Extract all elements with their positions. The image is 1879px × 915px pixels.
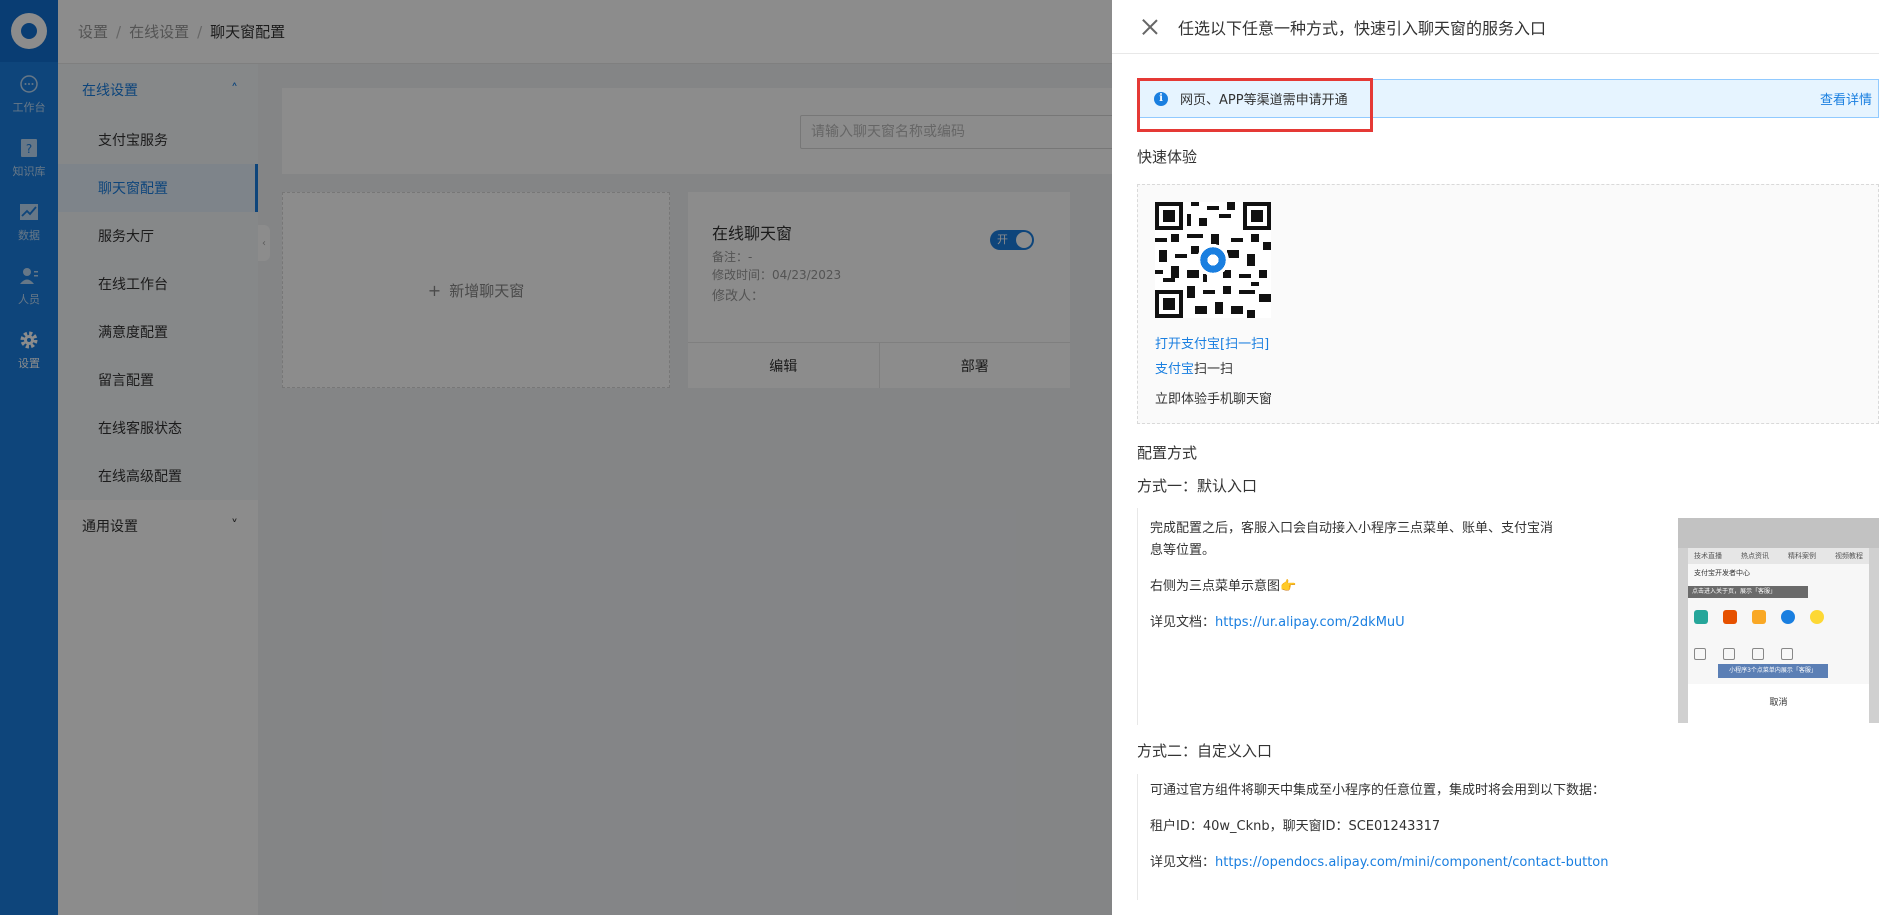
qr-open-alipay-label: 打开支付宝[扫一扫] bbox=[1155, 337, 1270, 352]
method-two-ids: 租户ID：40w_Cknb，聊天窗ID：SCE01243317 bbox=[1150, 819, 1441, 834]
config-method-title: 配置方式 bbox=[1137, 444, 1198, 462]
preview-icon bbox=[1781, 648, 1793, 660]
preview-icons bbox=[1694, 610, 1839, 624]
method-one-text1: 完成配置之后，客服入口会自动接入小程序三点菜单、账单、支付宝消 bbox=[1150, 521, 1554, 536]
quick-experience-title: 快速体验 bbox=[1137, 148, 1198, 166]
method-one-title: 方式一：默认入口 bbox=[1137, 477, 1258, 495]
qr-experience-label: 立即体验手机聊天窗 bbox=[1155, 392, 1273, 407]
preview-dev-center: 支付宝开发者中心 bbox=[1694, 569, 1750, 577]
method-two-box: 可通过官方组件将聊天中集成至小程序的任意位置，集成时将会用到以下数据： 租户ID… bbox=[1137, 774, 1879, 900]
preview-app-icon bbox=[1810, 610, 1824, 624]
drawer-header: 任选以下任意一种方式，快速引入聊天窗的服务入口 bbox=[1112, 0, 1879, 54]
view-details-link[interactable]: 查看详情 bbox=[1820, 89, 1872, 108]
preview-cancel: 取消 bbox=[1688, 684, 1869, 723]
close-icon[interactable] bbox=[1142, 19, 1158, 35]
doc-label: 详见文档： bbox=[1150, 855, 1216, 870]
method-two-title: 方式二：自定义入口 bbox=[1137, 742, 1273, 760]
scan-text: 扫一扫 bbox=[1194, 362, 1234, 377]
preview-tabs: 技术直播 热点资讯 精科案例 视频教程 bbox=[1688, 548, 1869, 564]
preview-app-icon bbox=[1781, 610, 1795, 624]
preview-bar: 点击进入关于页，展示「客服」 bbox=[1688, 586, 1808, 598]
doc-label: 详见文档： bbox=[1150, 615, 1216, 630]
method-two-doc: 详见文档：https://opendocs.alipay.com/mini/co… bbox=[1150, 852, 1609, 874]
preview-tab: 视频教程 bbox=[1835, 552, 1863, 560]
qr-scan-label: 支付宝扫一扫 bbox=[1155, 358, 1233, 377]
modal-overlay[interactable] bbox=[0, 0, 1112, 915]
preview-top bbox=[1678, 518, 1879, 548]
preview-tip: 小程序3个点菜单内展示「客服」 bbox=[1718, 664, 1828, 678]
preview-tab: 精科案例 bbox=[1788, 552, 1816, 560]
method-two-text1: 可通过官方组件将聊天中集成至小程序的任意位置，集成时将会用到以下数据： bbox=[1150, 783, 1606, 798]
method-one-doc: 详见文档：https://ur.alipay.com/2dkMuU bbox=[1150, 612, 1405, 634]
preview-app-icon bbox=[1723, 610, 1737, 624]
method-one-text3: 右侧为三点菜单示意图👉 bbox=[1150, 579, 1297, 594]
info-icon: i bbox=[1154, 91, 1168, 106]
preview-app-icon bbox=[1694, 610, 1708, 624]
method-one-text2: 息等位置。 bbox=[1150, 543, 1216, 558]
three-dot-menu-preview-image: 技术直播 热点资讯 精科案例 视频教程 支付宝开发者中心 点击进入关于页，展示「… bbox=[1678, 518, 1879, 723]
preview-tab: 技术直播 bbox=[1694, 552, 1722, 560]
preview-tab: 热点资讯 bbox=[1741, 552, 1769, 560]
method-one-doc-link[interactable]: https://ur.alipay.com/2dkMuU bbox=[1215, 615, 1405, 630]
alipay-link[interactable]: 支付宝 bbox=[1155, 362, 1194, 377]
preview-icon bbox=[1723, 648, 1735, 660]
drawer-title: 任选以下任意一种方式，快速引入聊天窗的服务入口 bbox=[1178, 18, 1547, 38]
preview-icons-row2 bbox=[1694, 648, 1810, 660]
preview-service-icon bbox=[1694, 648, 1706, 660]
qr-section: 打开支付宝[扫一扫] 支付宝扫一扫 立即体验手机聊天窗 bbox=[1137, 184, 1879, 424]
preview-sheet: 支付宝开发者中心 点击进入关于页，展示「客服」 小程序3个点菜单内展示「客服」 bbox=[1688, 564, 1869, 684]
method-two-doc-link[interactable]: https://opendocs.alipay.com/mini/compone… bbox=[1215, 855, 1608, 870]
qr-code bbox=[1155, 202, 1271, 318]
preview-icon bbox=[1752, 648, 1764, 660]
notice-banner: i 网页、APP等渠道需申请开通 查看详情 bbox=[1137, 79, 1879, 118]
notice-text: 网页、APP等渠道需申请开通 bbox=[1180, 93, 1348, 108]
preview-app-icon bbox=[1752, 610, 1766, 624]
deploy-drawer: 任选以下任意一种方式，快速引入聊天窗的服务入口 i 网页、APP等渠道需申请开通… bbox=[1112, 0, 1879, 915]
